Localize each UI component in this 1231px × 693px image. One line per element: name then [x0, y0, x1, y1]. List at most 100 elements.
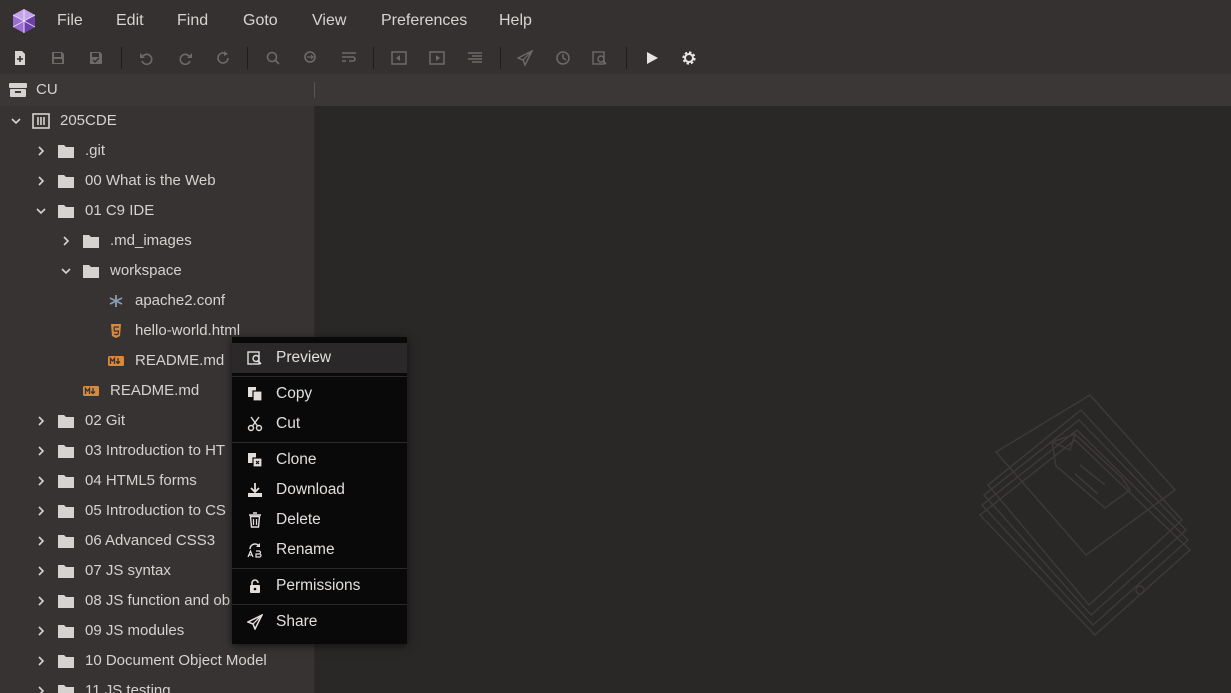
menu-bar: File Edit Find Goto View Preferences Hel… — [0, 0, 1231, 42]
new-file-icon[interactable] — [11, 49, 29, 67]
context-menu-clone[interactable]: Clone — [232, 445, 407, 475]
menu-goto[interactable]: Goto — [243, 12, 278, 30]
chevron-right-icon[interactable] — [35, 415, 47, 427]
run-icon[interactable] — [643, 49, 661, 67]
menu-edit[interactable]: Edit — [116, 12, 144, 30]
redo-icon[interactable] — [176, 49, 194, 67]
chevron-right-icon[interactable] — [35, 565, 47, 577]
tree-item-folder[interactable]: workspace — [0, 256, 314, 286]
folder-icon — [58, 565, 74, 578]
toolbar — [0, 42, 1231, 74]
chevron-right-icon[interactable] — [35, 625, 47, 637]
menu-separator — [232, 568, 407, 569]
menu-find[interactable]: Find — [177, 12, 208, 30]
chevron-down-icon[interactable] — [60, 265, 72, 277]
app-logo-icon[interactable] — [11, 8, 37, 34]
tree-item-label: 10 Document Object Model — [85, 652, 267, 669]
tree-item-folder[interactable]: 01 C9 IDE — [0, 196, 314, 226]
folder-open-icon — [58, 205, 74, 218]
tree-item-label: hello-world.html — [135, 322, 241, 339]
chevron-down-icon[interactable] — [10, 115, 22, 127]
chevron-right-icon[interactable] — [60, 235, 72, 247]
divider — [314, 82, 315, 98]
tree-item-folder[interactable]: 00 What is the Web — [0, 166, 314, 196]
folder-icon — [58, 415, 74, 428]
markdown-file-icon — [108, 356, 124, 366]
folder-icon — [58, 625, 74, 638]
menu-file[interactable]: File — [57, 12, 83, 30]
markdown-file-icon — [83, 386, 99, 396]
context-menu-preview[interactable]: Preview — [232, 343, 407, 373]
context-menu-cut[interactable]: Cut — [232, 409, 407, 439]
indent-left-icon[interactable] — [390, 49, 408, 67]
archive-icon — [9, 83, 27, 97]
tree-item-label: 02 Git — [85, 412, 126, 429]
tree-item-label: 08 JS function and ob — [85, 592, 231, 609]
chevron-right-icon[interactable] — [35, 655, 47, 667]
find-replace-icon[interactable] — [302, 49, 320, 67]
tree-item-label: 03 Introduction to HT — [85, 442, 226, 459]
context-menu-share[interactable]: Share — [232, 607, 407, 637]
tree-item-folder[interactable]: 11 JS testing — [0, 676, 314, 693]
wrap-icon[interactable] — [340, 49, 358, 67]
tree-root[interactable]: 205CDE — [0, 106, 314, 136]
context-menu-copy[interactable]: Copy — [232, 379, 407, 409]
menu-help[interactable]: Help — [499, 12, 532, 30]
chevron-right-icon[interactable] — [35, 445, 47, 457]
scissors-icon — [247, 416, 263, 432]
preview-icon[interactable] — [591, 49, 609, 67]
tree-item-folder[interactable]: .git — [0, 136, 314, 166]
folder-icon — [58, 595, 74, 608]
folder-icon — [83, 235, 99, 248]
tree-item-folder[interactable]: .md_images — [0, 226, 314, 256]
context-menu: Preview Copy Cut Clone Download Delete R… — [232, 337, 407, 644]
context-menu-label: Download — [276, 481, 345, 498]
toolbar-separator — [247, 47, 248, 69]
indent-right-icon[interactable] — [428, 49, 446, 67]
chevron-down-icon[interactable] — [35, 205, 47, 217]
tree-item-file[interactable]: apache2.conf — [0, 286, 314, 316]
save-all-icon[interactable] — [87, 49, 105, 67]
toolbar-separator — [500, 47, 501, 69]
tree-item-label: 09 JS modules — [85, 622, 185, 639]
menu-separator — [232, 442, 407, 443]
lock-icon — [250, 579, 260, 593]
menu-view[interactable]: View — [312, 12, 346, 30]
chevron-right-icon[interactable] — [35, 145, 47, 157]
undo-icon[interactable] — [138, 49, 156, 67]
folder-icon — [58, 445, 74, 458]
chevron-right-icon[interactable] — [35, 685, 47, 693]
context-menu-download[interactable]: Download — [232, 475, 407, 505]
format-icon[interactable] — [466, 49, 484, 67]
tree-item-label: .md_images — [110, 232, 192, 249]
context-menu-label: Clone — [276, 451, 317, 468]
tree-item-label: README.md — [135, 352, 225, 369]
menu-preferences[interactable]: Preferences — [381, 12, 467, 30]
context-menu-label: Permissions — [276, 577, 361, 594]
tree-item-label: 00 What is the Web — [85, 172, 216, 189]
history-icon[interactable] — [554, 49, 572, 67]
find-icon[interactable] — [264, 49, 282, 67]
settings-icon[interactable] — [680, 49, 698, 67]
tree-item-folder[interactable]: 10 Document Object Model — [0, 646, 314, 676]
send-icon — [247, 614, 263, 630]
tree-root-label: 205CDE — [60, 112, 117, 129]
tree-item-label: 04 HTML5 forms — [85, 472, 197, 489]
chevron-right-icon[interactable] — [35, 475, 47, 487]
chevron-right-icon[interactable] — [35, 175, 47, 187]
chevron-right-icon[interactable] — [35, 595, 47, 607]
context-menu-permissions[interactable]: Permissions — [232, 571, 407, 601]
save-icon[interactable] — [49, 49, 67, 67]
send-icon[interactable] — [516, 49, 534, 67]
tree-item-label: 06 Advanced CSS3 — [85, 532, 216, 549]
context-menu-label: Preview — [276, 349, 332, 366]
chevron-right-icon[interactable] — [35, 535, 47, 547]
chevron-right-icon[interactable] — [35, 505, 47, 517]
preview-icon — [247, 351, 262, 365]
context-menu-delete[interactable]: Delete — [232, 505, 407, 535]
refresh-icon[interactable] — [214, 49, 232, 67]
workspace-label[interactable]: CU — [36, 81, 58, 98]
context-menu-rename[interactable]: Rename — [232, 535, 407, 565]
context-menu-label: Copy — [276, 385, 313, 402]
tree-item-label: workspace — [110, 262, 182, 279]
